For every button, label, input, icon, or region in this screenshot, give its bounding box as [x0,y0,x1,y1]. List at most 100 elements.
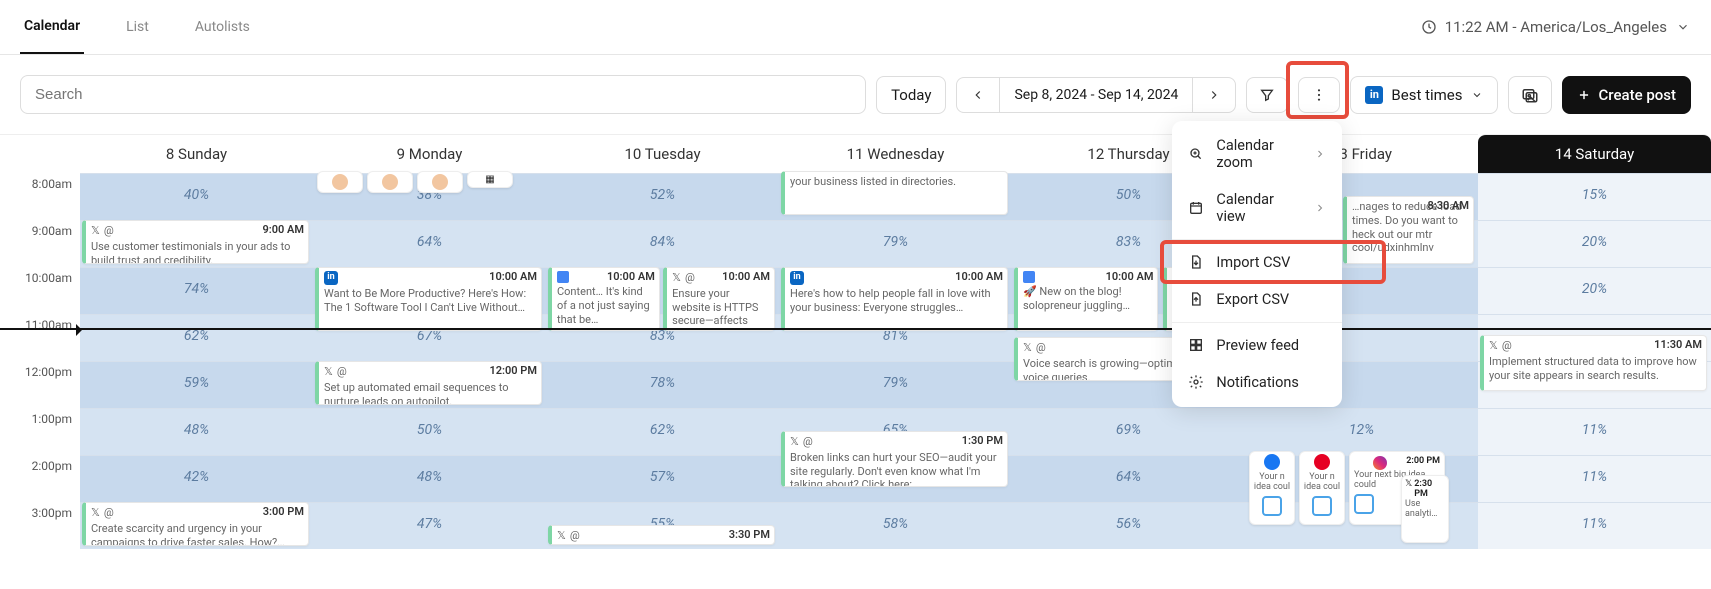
menu-preview-feed[interactable]: Preview feed [1172,327,1342,364]
day-col-mon[interactable]: 38% 64% 67% 50% 48% 47% ▦ in 10:00 AM Wa… [313,173,546,549]
x-icon: 𝕏 [1489,339,1498,353]
event-card[interactable]: 𝕏@ 11:30 AM Implement structured data to… [1480,335,1707,391]
facebook-icon [1264,454,1280,470]
hour-label: 2:00pm [0,455,80,502]
chevron-down-icon [1471,89,1483,101]
pct-label: 40% [80,187,313,203]
best-times-button[interactable]: in Best times [1350,76,1497,114]
event-card[interactable]: 𝕏@ 10:00 AM Ensure your website is HTTPS… [663,267,775,331]
day-col-wed[interactable]: 79% 81% 79% 65% 58% your business listed… [779,173,1012,549]
grid-icon: ▦ [485,174,494,185]
prev-week-button[interactable] [957,78,999,112]
grid-icon [1188,337,1204,353]
x-icon: 𝕏 [91,506,100,520]
thumbnail-icon [382,174,398,190]
hour-label: 12:00pm [0,361,80,408]
hour-label: 11:00am [0,314,80,361]
pct-label: 62% [80,328,313,344]
menu-separator [1172,322,1342,323]
day-header-sat: 14 Saturday [1478,134,1711,173]
next-week-button[interactable] [1192,78,1235,112]
pinterest-icon [1314,454,1330,470]
pct-label: 20% [1478,234,1711,250]
menu-notifications[interactable]: Notifications [1172,364,1342,401]
menu-calendar-zoom[interactable]: Calendar zoom [1172,127,1342,181]
event-card[interactable]: 𝕏@ 12:00 PM Set up automated email seque… [315,361,542,405]
thumbnail-icon [332,174,348,190]
event-mini[interactable] [417,171,463,193]
hour-label: 1:00pm [0,408,80,455]
event-card[interactable]: 10:00 AM Content… It's kind of a not jus… [548,267,660,331]
event-time: 2:30 PM [1414,479,1445,499]
event-body: Broken links can hurt your SEO—audit you… [790,451,1002,487]
timezone-display[interactable]: 11:22 AM - America/Los_Angeles [1421,18,1691,36]
thumbnail-icon [1262,496,1282,516]
pct-label: 11% [1478,469,1711,485]
day-col-tue[interactable]: 52% 84% 83% 78% 62% 57% 55% 10:00 AM Con… [546,173,779,549]
thumbnail-icon [1354,494,1374,514]
chevron-right-icon [1314,202,1326,214]
event-mini[interactable]: Your n idea coul [1299,451,1345,525]
menu-calendar-view[interactable]: Calendar view [1172,181,1342,235]
hour-label: 8:00am [0,173,80,220]
event-card[interactable]: 𝕏@ 1:30 PM Broken links can hurt your SE… [781,431,1008,487]
threads-icon: @ [104,506,114,520]
pct-label: 20% [1478,281,1711,297]
search-input[interactable] [20,75,866,114]
pct-label: 48% [313,469,546,485]
day-col-sat[interactable]: 15% 20% 20% 11% 11% 11% 𝕏@ 11:30 AM Impl… [1478,173,1711,549]
event-card[interactable]: 𝕏@ 3:00 PM Create scarcity and urgency i… [82,502,309,546]
x-icon: 𝕏 [790,435,799,449]
threads-icon: @ [570,529,580,543]
google-icon [557,271,569,283]
day-header-wed: 11 Wednesday [779,134,1012,173]
today-button[interactable]: Today [876,76,946,114]
thumbnail-icon [1312,496,1332,516]
event-card[interactable]: in 10:00 AM Want to Be More Productive? … [315,267,542,331]
event-time: 3:30 PM [729,528,770,542]
tab-list[interactable]: List [122,0,153,54]
event-card[interactable]: 10:00 AM 🚀 New on the blog! solopreneur … [1014,267,1158,331]
media-button[interactable] [1508,76,1552,114]
pct-label: 58% [779,516,1012,532]
x-icon: 𝕏 [324,365,333,379]
event-mini[interactable] [317,171,363,193]
filter-button[interactable] [1246,77,1288,113]
event-time: 10:00 AM [489,270,537,284]
event-time: 3:00 PM [263,505,304,519]
menu-calendar-view-label: Calendar view [1216,191,1302,225]
day-header-sun: 8 Sunday [80,134,313,173]
create-post-button[interactable]: Create post [1562,76,1692,114]
more-menu-button[interactable] [1298,77,1340,113]
event-mini[interactable]: ▦ [467,171,513,188]
x-icon: 𝕏 [1023,341,1032,355]
event-card[interactable]: your business listed in directories. [781,171,1008,215]
event-card[interactable]: 𝕏@ 9:00 AM Use customer testimonials in … [82,220,309,264]
create-post-label: Create post [1599,86,1677,104]
event-body: Here's how to help people fall in love w… [790,287,1002,315]
pct-label: 64% [1012,469,1245,485]
tab-autolists[interactable]: Autolists [191,0,254,54]
event-card[interactable]: 8:30 AM …nages to reduce load times. Do … [1343,196,1474,264]
pct-label: 52% [546,187,779,203]
pct-label: 64% [313,234,546,250]
event-mini[interactable] [367,171,413,193]
threads-icon: @ [337,365,347,379]
day-header-mon: 9 Monday [313,134,546,173]
event-mini[interactable]: 𝕏2:30 PM Use analyti… [1401,475,1449,543]
x-icon: 𝕏 [1405,479,1412,499]
menu-preview-feed-label: Preview feed [1216,337,1299,354]
pct-label: 15% [1478,187,1711,203]
linkedin-icon: in [324,271,338,285]
instagram-icon [1373,456,1387,470]
day-col-sun[interactable]: 40% 74% 62% 59% 48% 42% 𝕏@ 9:00 AM Use c… [80,173,313,549]
menu-import-csv[interactable]: Import CSV [1172,244,1342,281]
event-card[interactable]: 𝕏@ 3:30 PM [548,525,775,545]
date-range-label[interactable]: Sep 8, 2024 - Sep 14, 2024 [999,78,1192,112]
linkedin-icon: in [1365,86,1383,104]
menu-export-csv[interactable]: Export CSV [1172,281,1342,318]
event-card[interactable]: in 10:00 AM Here's how to help people fa… [781,267,1008,331]
event-mini[interactable]: Your n idea coul [1249,451,1295,525]
tab-calendar[interactable]: Calendar [20,0,84,54]
threads-icon: @ [803,435,813,449]
